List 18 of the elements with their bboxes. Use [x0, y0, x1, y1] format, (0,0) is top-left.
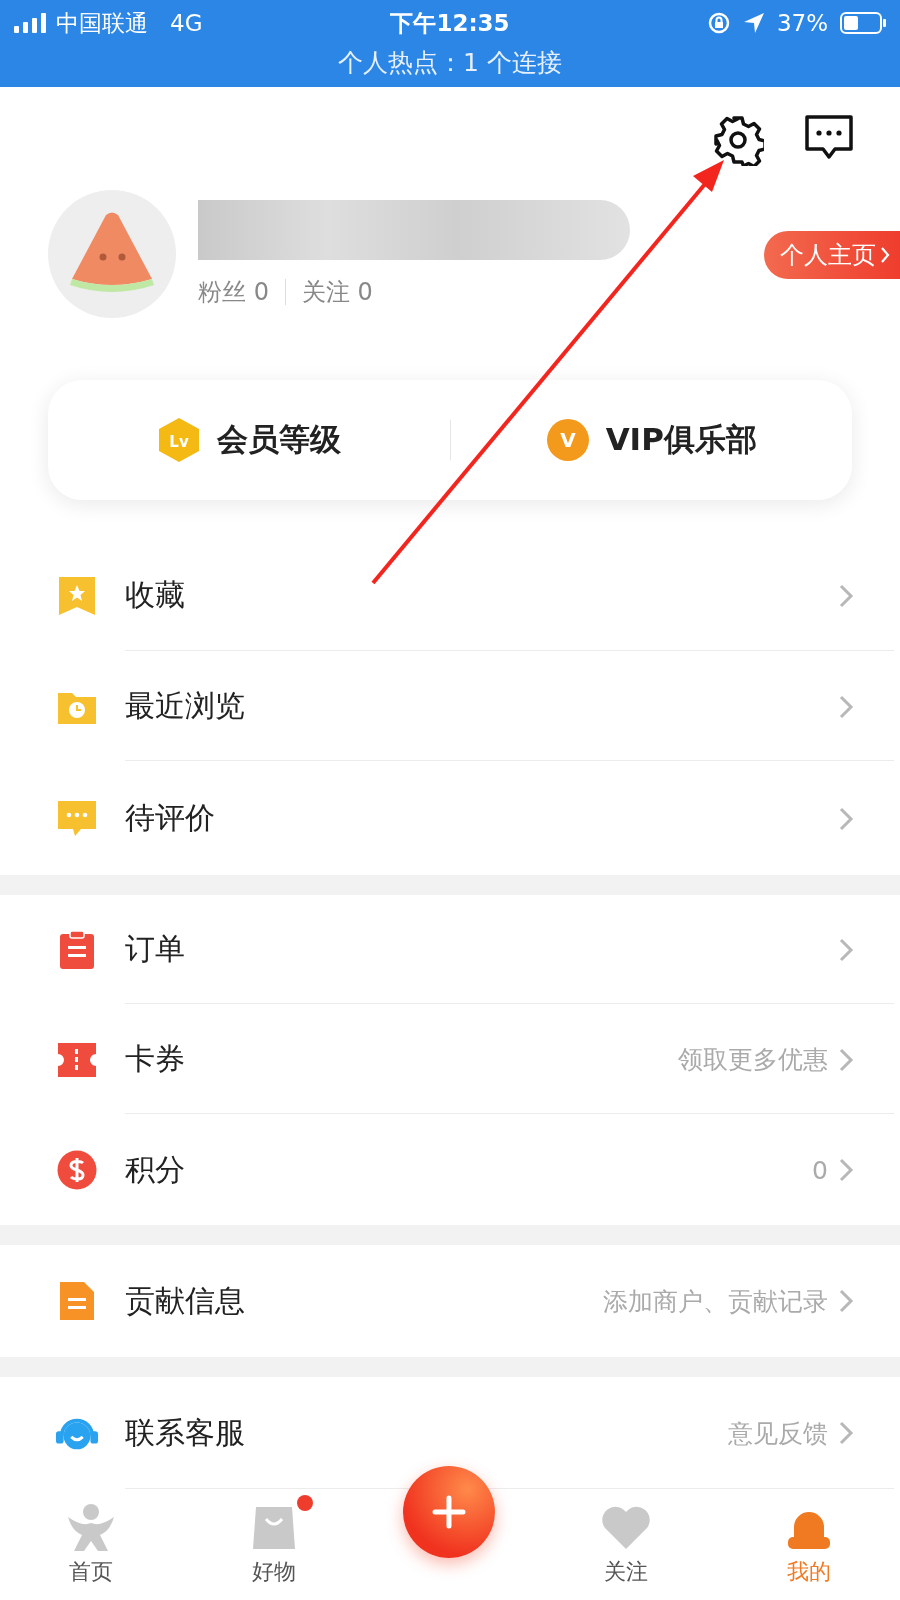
tab[interactable]: 好物	[182, 1490, 365, 1595]
battery-percent: 37%	[776, 10, 828, 36]
carrier-name: 中国联通	[56, 8, 148, 38]
tab[interactable]: 关注	[535, 1490, 718, 1595]
follower-count[interactable]: 粉丝 0	[198, 276, 269, 308]
network-type: 4G	[170, 10, 203, 36]
following-count[interactable]: 关注 0	[301, 276, 373, 308]
location-icon	[742, 12, 765, 34]
hotspot-status: 个人热点：1 个连接	[338, 48, 562, 77]
tab[interactable]: 首页	[0, 1490, 183, 1595]
rotation-lock-icon	[706, 11, 731, 35]
signal-icon	[14, 13, 48, 33]
membership-button[interactable]: V VIP俱乐部	[450, 380, 852, 500]
battery-icon	[840, 12, 886, 34]
homepage-button[interactable]: 个人主页	[764, 231, 900, 279]
clock-time: 下午12:35	[390, 9, 510, 36]
settings-icon[interactable]	[712, 114, 764, 166]
membership-button[interactable]: Lv 会员等级	[48, 380, 450, 500]
